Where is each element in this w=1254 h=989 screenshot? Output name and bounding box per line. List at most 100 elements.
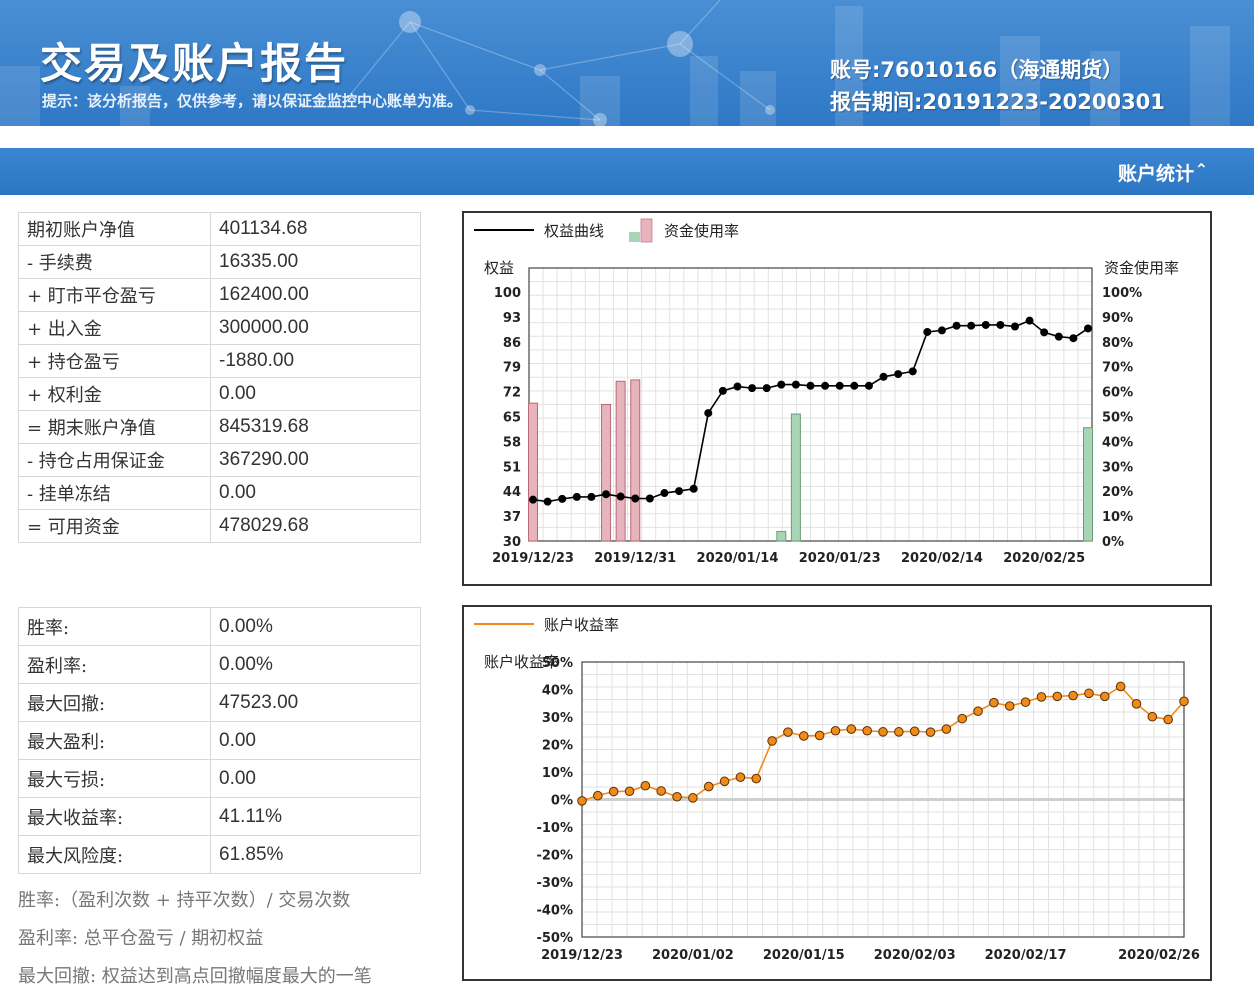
- equity-point: [529, 495, 537, 504]
- return-point: [846, 724, 857, 734]
- return-point: [1068, 690, 1078, 701]
- return-point: [688, 793, 698, 803]
- y-tick-label: -30%: [536, 876, 573, 891]
- table-row: - 挂单冻结 0.00: [18, 476, 421, 510]
- return-point: [1036, 692, 1047, 702]
- row-value: 61.85%: [210, 835, 421, 874]
- account-summary-table: 期初账户净值 401134.68- 手续费 16335.00 + 盯市平仓盈亏 1624…: [18, 212, 421, 543]
- y-tick-label-left: 100: [494, 286, 521, 301]
- y-tick-label-right: 50%: [1102, 411, 1133, 426]
- y-tick-label-right: 60%: [1102, 386, 1133, 401]
- x-tick-label: 2020/01/02: [652, 948, 734, 963]
- y-tick-label-left: 72: [503, 386, 521, 401]
- row-label: + 盯市平仓盈亏: [18, 278, 211, 312]
- return-point: [830, 725, 841, 736]
- usage-bar: [630, 379, 641, 542]
- performance-ratio-table: 胜率: 0.00% 盈利率: 0.00% 最大回撤: 47523.00 最大盈利: 0.00 最…: [18, 607, 421, 874]
- y-tick-label: -40%: [536, 904, 573, 919]
- return-point: [656, 786, 667, 796]
- row-value: 162400.00: [210, 278, 421, 312]
- table-row: 最大亏损: 0.00: [18, 759, 421, 798]
- row-label: - 手续费: [18, 245, 211, 279]
- y-tick-label-left: 51: [503, 460, 521, 475]
- equity-point: [806, 381, 815, 390]
- row-value: -1880.00: [210, 344, 421, 378]
- x-tick-label: 2020/01/15: [763, 948, 845, 963]
- table-row: 期初账户净值 401134.68: [18, 212, 421, 246]
- equity-point: [864, 381, 873, 390]
- table-row: = 可用资金 478029.68: [18, 509, 421, 543]
- x-tick-label: 2020/02/17: [985, 948, 1067, 963]
- equity-point: [558, 494, 567, 503]
- row-label: 盈利率:: [18, 645, 211, 684]
- y-tick-label-left: 79: [503, 361, 521, 376]
- row-value: 0.00: [210, 721, 421, 760]
- equity-point: [1025, 316, 1034, 325]
- usage-bar: [776, 530, 787, 542]
- return-point: [640, 780, 651, 791]
- y-tick-label-left: 86: [503, 336, 521, 351]
- return-chart-panel: 账户收益率 账户收益率 50% 40% 30% 20% 10% 0% -10% -20% -30…: [462, 605, 1212, 981]
- y-tick-label-left: 44: [503, 485, 521, 500]
- row-label: 胜率:: [18, 607, 211, 646]
- equity-point: [1054, 332, 1063, 341]
- equity-point: [631, 494, 640, 503]
- equity-point: [587, 492, 596, 501]
- return-point: [1084, 688, 1094, 699]
- table-row: - 持仓占用保证金 367290.00: [18, 443, 421, 477]
- y-tick-label-right: 10%: [1102, 510, 1133, 525]
- equity-point: [645, 494, 654, 503]
- chevron-up-icon[interactable]: ⌃: [1195, 160, 1208, 179]
- return-point: [973, 706, 983, 717]
- table-row: 最大收益率: 41.11%: [18, 797, 421, 836]
- equity-chart: 权益曲线 资金使用率 权益 资金使用率 100 93 86 79 72 65 58 51 44 3…: [474, 218, 1179, 566]
- row-label: - 持仓占用保证金: [18, 443, 211, 477]
- equity-point: [996, 320, 1005, 329]
- return-point: [909, 726, 920, 737]
- row-label: + 出入金: [18, 311, 211, 345]
- legend-equity-label: 权益曲线: [544, 222, 604, 240]
- legend-usage-label: 资金使用率: [664, 222, 739, 240]
- section-header-account-stats[interactable]: 账户统计 ⌃: [0, 148, 1254, 195]
- equity-point: [850, 381, 859, 390]
- y-tick-label: 40%: [542, 684, 573, 699]
- table-row: 盈利率: 0.00%: [18, 645, 421, 684]
- y-tick-label-left: 93: [503, 311, 521, 326]
- equity-point: [981, 320, 990, 329]
- row-label: 期初账户净值: [18, 212, 211, 246]
- account-number: 账号:76010166（海通期货）: [830, 58, 1124, 82]
- row-value: 478029.68: [210, 509, 421, 543]
- equity-point: [704, 409, 713, 418]
- usage-bar: [615, 380, 626, 542]
- return-point: [1163, 714, 1173, 725]
- row-value: 845319.68: [210, 410, 421, 444]
- equity-chart-panel: 权益曲线 资金使用率 权益 资金使用率 100 93 86 79 72 65 58 51 44 3…: [462, 211, 1212, 586]
- equity-point: [894, 370, 903, 379]
- return-point: [1179, 696, 1189, 707]
- equity-point: [602, 490, 611, 499]
- return-point: [862, 725, 872, 736]
- equity-point: [879, 372, 888, 381]
- return-point: [894, 727, 904, 737]
- row-label: = 期末账户净值: [18, 410, 211, 444]
- return-point: [783, 727, 793, 737]
- return-point: [593, 790, 603, 801]
- equity-point: [835, 381, 844, 390]
- table-row: + 持仓盈亏 -1880.00: [18, 344, 421, 378]
- return-point: [798, 731, 809, 741]
- row-value: 367290.00: [210, 443, 421, 477]
- row-value: 16335.00: [210, 245, 421, 279]
- y-tick-label-left: 58: [503, 435, 521, 450]
- equity-point: [1040, 328, 1049, 337]
- report-period: 报告期间:20191223-20200301: [830, 90, 1165, 114]
- row-value: 41.11%: [210, 797, 421, 836]
- table-row: 最大盈利: 0.00: [18, 721, 421, 760]
- usage-bar: [1083, 427, 1093, 542]
- row-label: 最大风险度:: [18, 835, 211, 874]
- x-tick-label: 2020/02/26: [1118, 948, 1200, 963]
- return-point: [624, 786, 635, 797]
- return-point: [672, 791, 682, 802]
- x-tick-label: 2019/12/23: [541, 948, 623, 963]
- equity-point: [777, 380, 786, 389]
- equity-point: [733, 382, 742, 391]
